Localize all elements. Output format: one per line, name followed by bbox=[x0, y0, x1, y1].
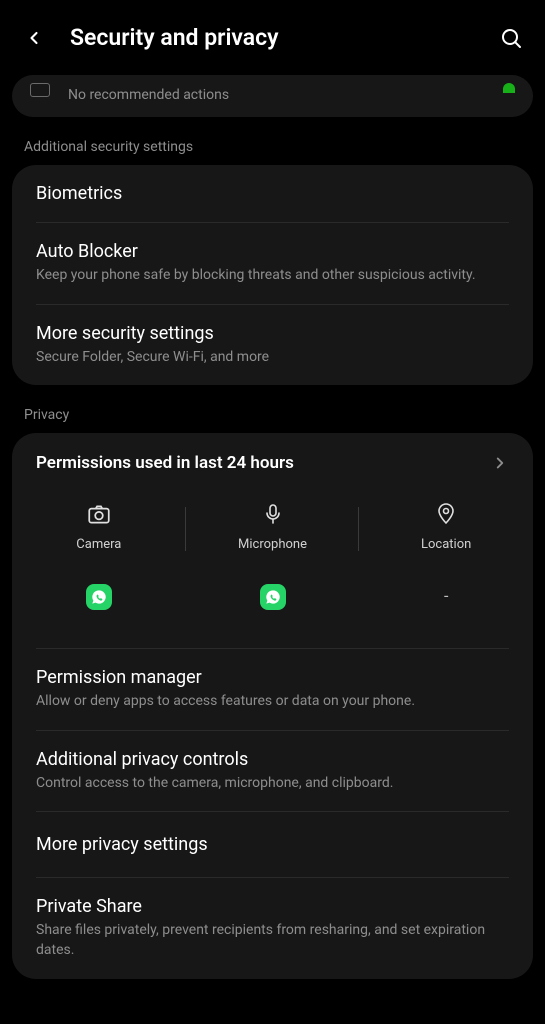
permission-apps-camera bbox=[86, 584, 112, 610]
biometrics-title: Biometrics bbox=[36, 183, 509, 204]
auto-blocker-item[interactable]: Auto Blocker Keep your phone safe by blo… bbox=[12, 223, 533, 304]
permission-col-microphone[interactable]: Microphone bbox=[186, 501, 360, 610]
page-title: Security and privacy bbox=[70, 24, 475, 51]
more-privacy-item[interactable]: More privacy settings bbox=[12, 812, 533, 877]
search-button[interactable] bbox=[499, 26, 523, 50]
permission-manager-title: Permission manager bbox=[36, 667, 509, 688]
recommended-actions-card[interactable]: No recommended actions bbox=[12, 75, 533, 117]
section-header-privacy: Privacy bbox=[0, 385, 545, 433]
search-icon bbox=[499, 26, 523, 50]
back-button[interactable] bbox=[22, 26, 46, 50]
permission-label-microphone: Microphone bbox=[238, 537, 307, 552]
additional-privacy-desc: Control access to the camera, microphone… bbox=[36, 774, 509, 794]
back-icon bbox=[24, 28, 44, 48]
privacy-card: Permissions used in last 24 hours Camera… bbox=[12, 433, 533, 978]
permission-manager-item[interactable]: Permission manager Allow or deny apps to… bbox=[12, 649, 533, 730]
more-security-item[interactable]: More security settings Secure Folder, Se… bbox=[12, 305, 533, 386]
private-share-desc: Share files privately, prevent recipient… bbox=[36, 921, 509, 960]
permissions-title: Permissions used in last 24 hours bbox=[36, 453, 294, 473]
permission-apps-microphone bbox=[260, 584, 286, 610]
permission-manager-desc: Allow or deny apps to access features or… bbox=[36, 692, 509, 712]
additional-privacy-item[interactable]: Additional privacy controls Control acce… bbox=[12, 731, 533, 812]
biometrics-item[interactable]: Biometrics bbox=[12, 165, 533, 222]
location-icon bbox=[433, 501, 459, 527]
whatsapp-icon bbox=[86, 584, 112, 610]
private-share-item[interactable]: Private Share Share files privately, pre… bbox=[12, 878, 533, 978]
more-security-title: More security settings bbox=[36, 323, 509, 344]
auto-blocker-title: Auto Blocker bbox=[36, 241, 509, 262]
chevron-right-icon bbox=[491, 454, 509, 472]
status-dot bbox=[503, 83, 515, 93]
auto-blocker-desc: Keep your phone safe by blocking threats… bbox=[36, 266, 509, 286]
section-header-security: Additional security settings bbox=[0, 117, 545, 165]
camera-icon bbox=[86, 501, 112, 527]
private-share-title: Private Share bbox=[36, 896, 509, 917]
whatsapp-icon bbox=[260, 584, 286, 610]
security-settings-card: Biometrics Auto Blocker Keep your phone … bbox=[12, 165, 533, 385]
permission-col-location[interactable]: Location - bbox=[359, 501, 533, 610]
permissions-grid: Camera Microphone Location - bbox=[12, 487, 533, 634]
microphone-icon bbox=[260, 501, 286, 527]
additional-privacy-title: Additional privacy controls bbox=[36, 749, 509, 770]
recommended-actions-text: No recommended actions bbox=[68, 87, 515, 103]
more-security-desc: Secure Folder, Secure Wi-Fi, and more bbox=[36, 348, 509, 368]
permission-label-camera: Camera bbox=[76, 537, 121, 552]
shield-icon bbox=[30, 83, 50, 97]
permission-label-location: Location bbox=[421, 537, 471, 552]
permissions-header-row[interactable]: Permissions used in last 24 hours bbox=[12, 433, 533, 487]
app-header: Security and privacy bbox=[0, 0, 545, 75]
more-privacy-title: More privacy settings bbox=[36, 834, 509, 855]
permission-col-camera[interactable]: Camera bbox=[12, 501, 186, 610]
permission-apps-none: - bbox=[444, 586, 448, 605]
